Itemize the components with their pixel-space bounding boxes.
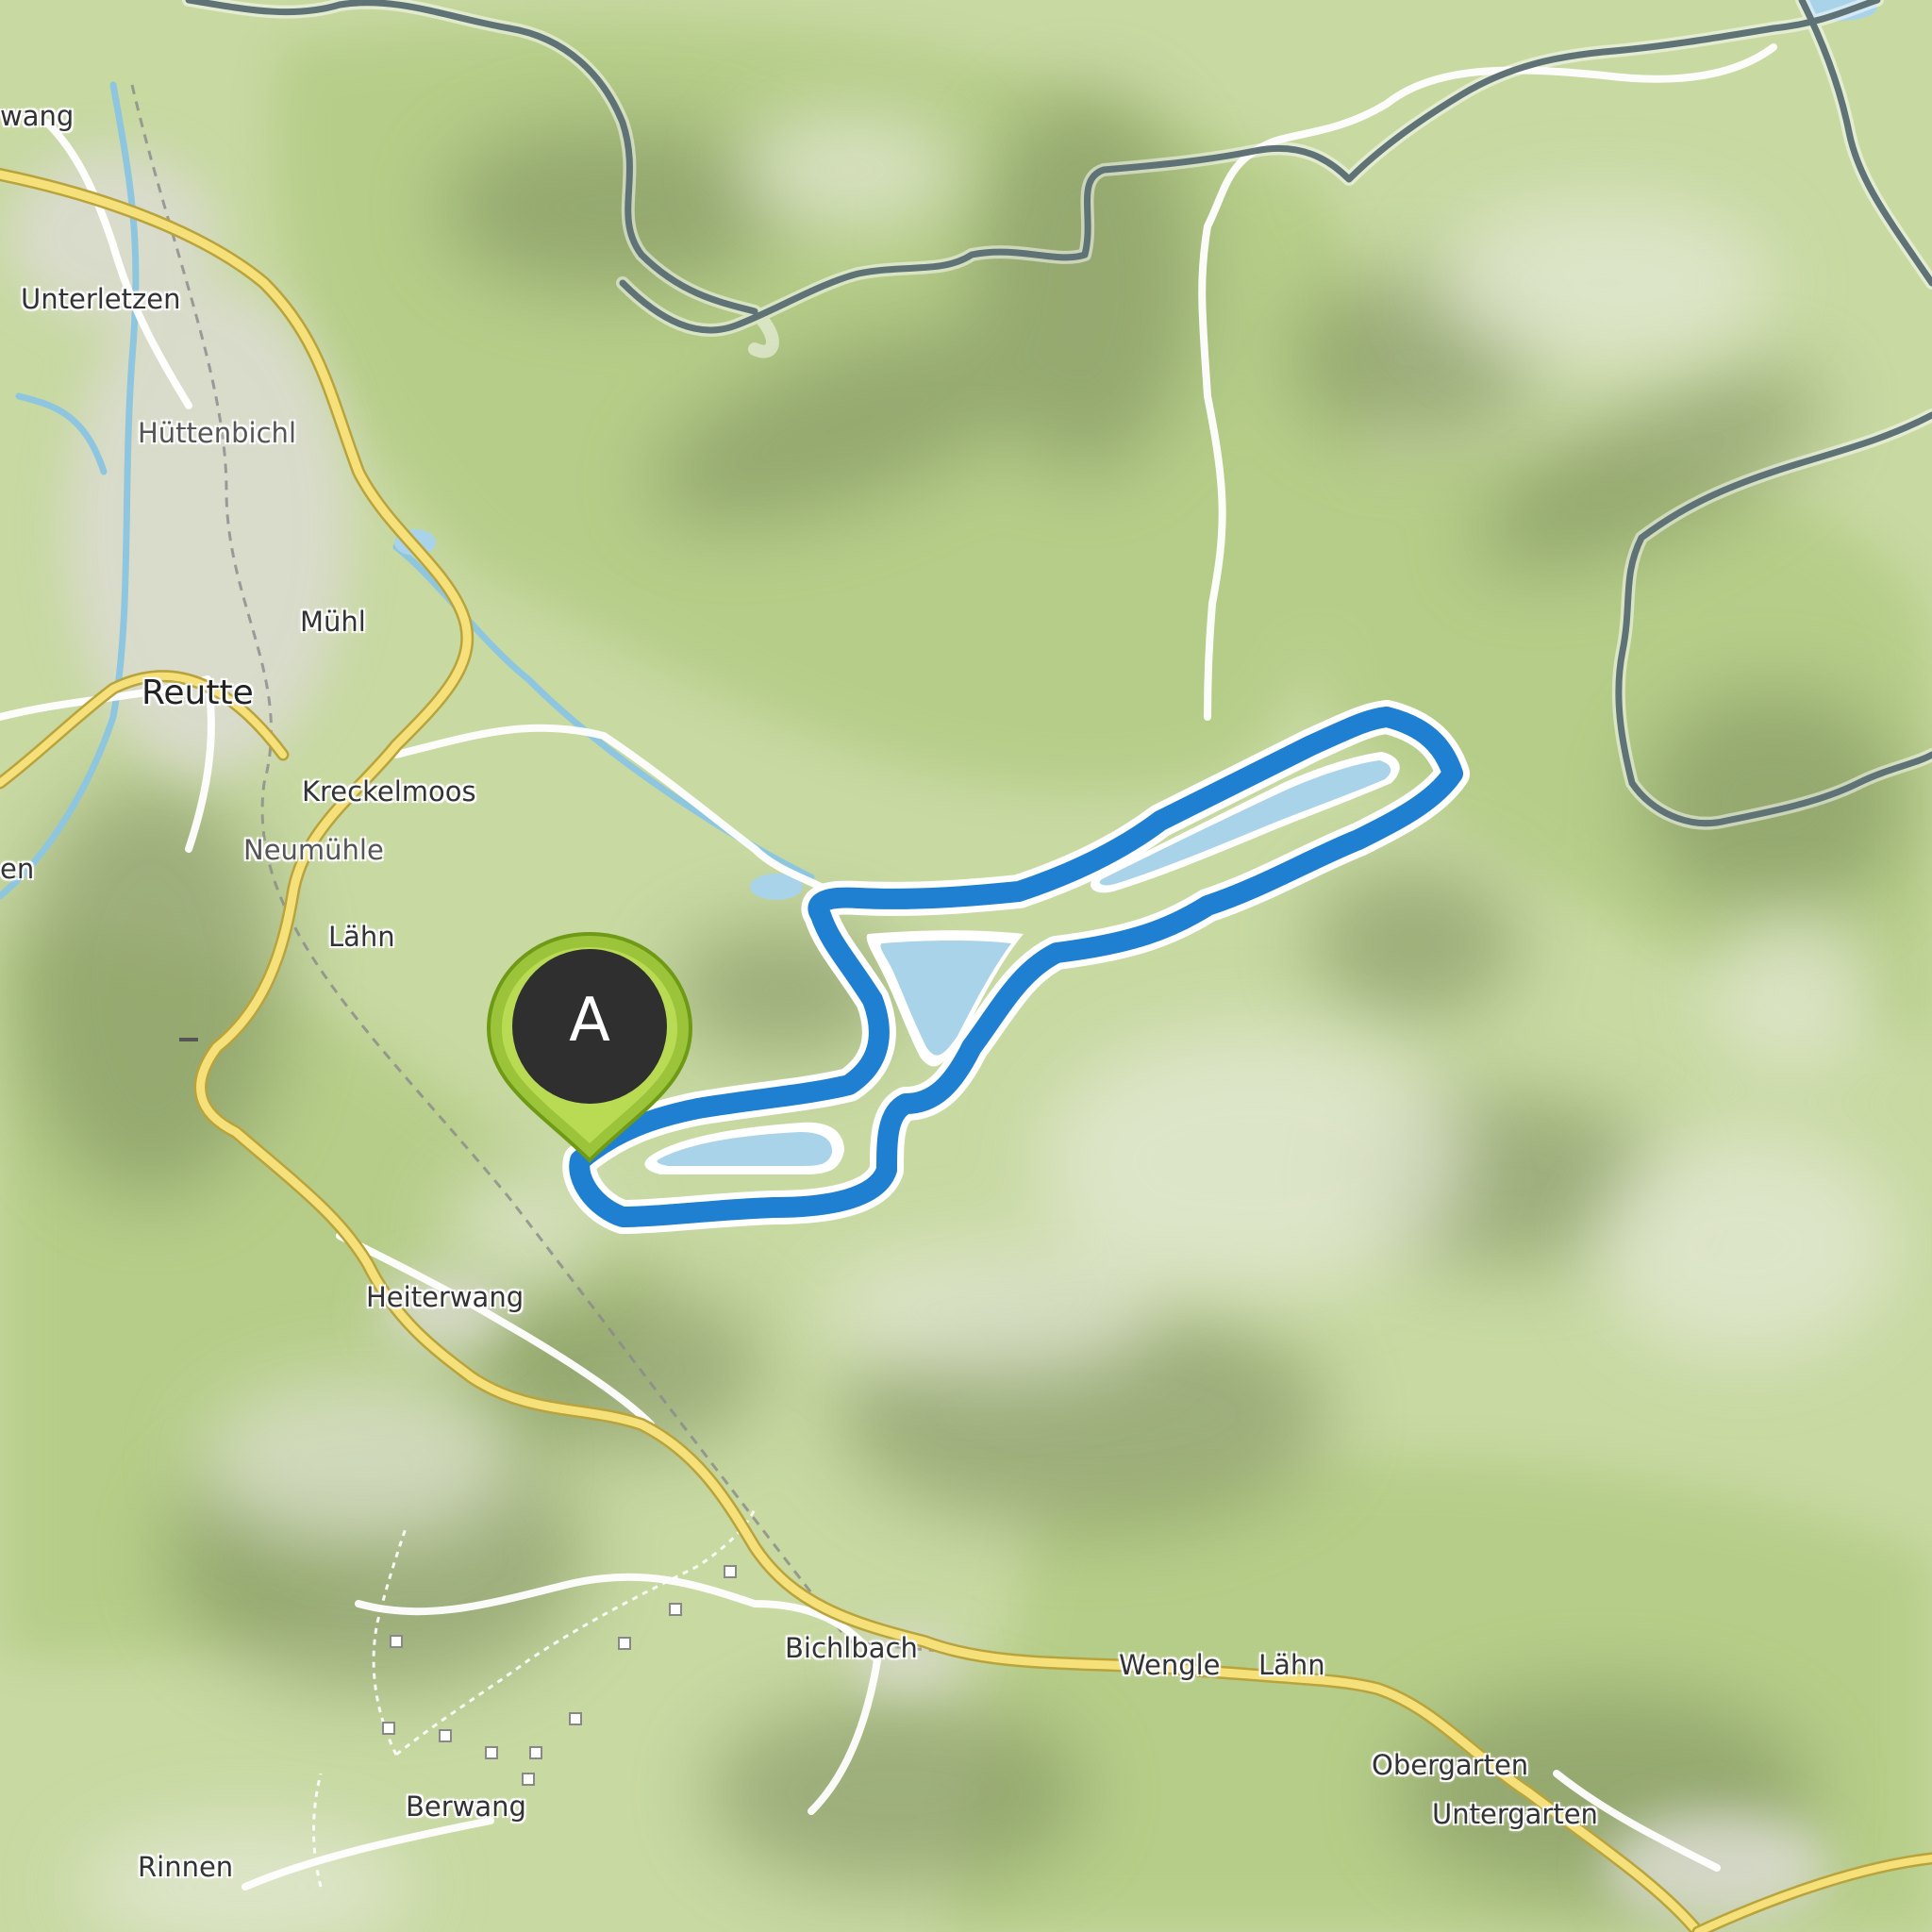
place-label-unterletzen: Unterletzen [21,283,181,315]
map-layers [0,0,1932,1932]
place-label-wengle: Wengle [1119,1649,1221,1681]
road-marker [179,1038,198,1041]
place-label-edge: en [0,853,35,885]
place-label-obergarten: Obergarten [1372,1749,1529,1781]
place-label-neumuehle: Neumühle [243,834,384,866]
start-marker-label: A [569,986,610,1056]
place-label-kreckelmoos: Kreckelmoos [302,775,476,808]
place-label-muehl: Mühl [300,606,366,638]
place-label-laehn-west: Lähn [328,921,395,953]
place-label-laehn-east: Lähn [1258,1649,1325,1681]
place-label-bichlbach: Bichlbach [785,1632,918,1664]
place-label-berwang: Berwang [406,1790,526,1823]
place-label-rinnen: Rinnen [138,1851,234,1883]
place-label-huettenbichl: Hüttenbichl [138,417,296,449]
place-label-heiterwang: Heiterwang [366,1281,525,1313]
place-label-wang: wang [0,100,75,132]
place-label-reutte: Reutte [142,674,254,712]
place-label-untergarten: Untergarten [1432,1798,1598,1830]
map-canvas[interactable]: A wang Unterletzen Hüttenbichl Mühl Reut… [0,0,1932,1932]
